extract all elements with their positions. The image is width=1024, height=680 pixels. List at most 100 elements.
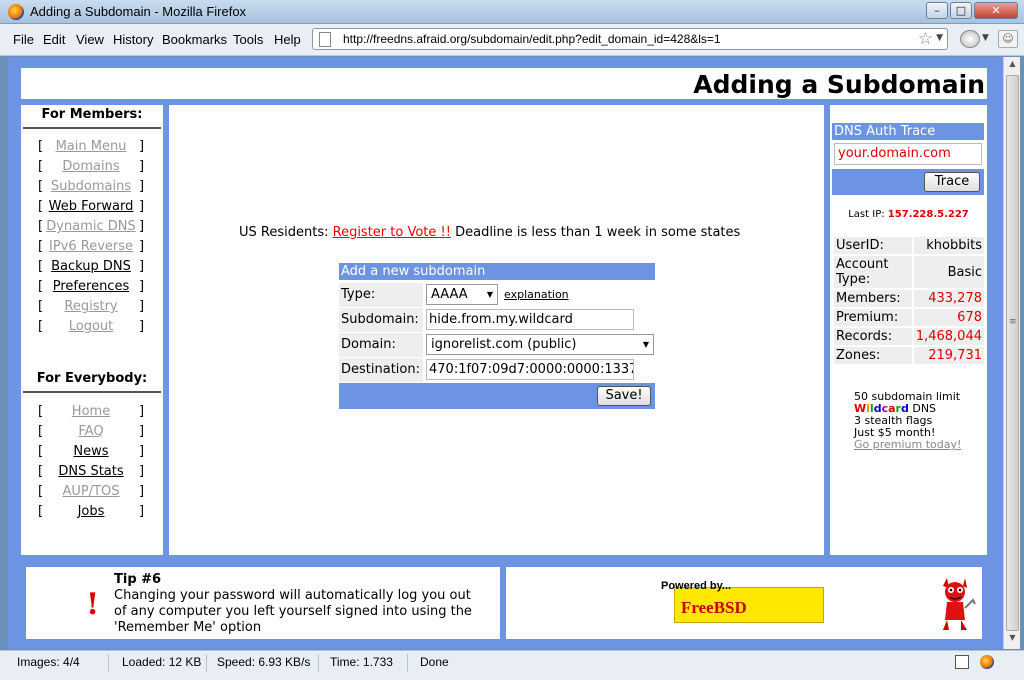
toolbar-extra-icon[interactable]: ☺	[998, 30, 1018, 48]
notice-suffix: Deadline is less than 1 week in some sta…	[455, 225, 741, 240]
sidebar-link-web-forward[interactable]: Web Forward	[45, 199, 137, 214]
freebsd-box: Powered by... FreeBSD	[506, 567, 982, 639]
stat-value: 219,731	[913, 347, 984, 364]
bookmark-star-icon[interactable]: ☆	[918, 29, 933, 49]
scroll-up-icon[interactable]: ▲	[1006, 59, 1019, 73]
sidebar-link-logout[interactable]: Logout	[45, 319, 137, 334]
status-loaded: Loaded: 12 KB	[122, 655, 202, 669]
menu-edit[interactable]: Edit	[43, 32, 65, 47]
subdomain-label: Subdomain:	[339, 308, 423, 332]
menu-help[interactable]: Help	[274, 32, 301, 47]
vertical-scrollbar[interactable]: ▲ ≡ ▼	[1003, 57, 1020, 649]
sidebar-item-logout: [Logout]	[38, 319, 145, 334]
chevron-down-icon: ▼	[642, 340, 649, 349]
stat-value: Basic	[913, 256, 984, 288]
browser-window: Adding a Subdomain - Mozilla Firefox – □…	[0, 0, 1024, 680]
sidebar-link-dns-stats[interactable]: DNS Stats	[45, 464, 137, 479]
url-dropdown-icon[interactable]: ▼	[936, 33, 943, 43]
domain-row: Domain: ignorelist.com (public) ▼	[339, 333, 655, 357]
status-divider	[318, 654, 319, 672]
sidebar-link-news[interactable]: News	[45, 444, 137, 459]
table-row: Records: 1,468,044	[834, 328, 984, 345]
url-text[interactable]: http://freedns.afraid.org/subdomain/edit…	[343, 32, 721, 46]
sidebar-link-preferences[interactable]: Preferences	[45, 279, 137, 294]
freebsd-text: FreeBSD	[681, 598, 747, 617]
bsd-daemon-icon	[943, 578, 976, 630]
subdomain-input[interactable]: hide.from.my.wildcard	[426, 309, 634, 330]
sidebar-link-registry[interactable]: Registry	[45, 299, 137, 314]
popup-icon[interactable]	[955, 655, 969, 669]
firefox-icon	[8, 4, 24, 20]
destination-input[interactable]: 470:1f07:09d7:0000:0000:1337:0030	[426, 359, 634, 380]
menu-history[interactable]: History	[113, 32, 153, 47]
trace-button[interactable]: Trace	[924, 172, 980, 192]
sidebar-link-home[interactable]: Home	[45, 404, 137, 419]
status-speed: Speed: 6.93 KB/s	[217, 655, 311, 669]
chevron-down-icon: ▼	[486, 290, 493, 299]
menu-tools[interactable]: Tools	[233, 32, 263, 47]
domain-select[interactable]: ignorelist.com (public) ▼	[426, 334, 654, 355]
sidebar-item-ipv6-reverse: [IPv6 Reverse]	[38, 239, 145, 254]
sidebar-link-jobs[interactable]: Jobs	[45, 504, 137, 519]
sidebar-link-backup-dns[interactable]: Backup DNS	[45, 259, 137, 274]
dns-auth-trace: DNS Auth Trace your.domain.com Trace	[832, 123, 984, 195]
sidebar-link-domains[interactable]: Domains	[45, 159, 137, 174]
sidebar-link-main-menu[interactable]: Main Menu	[45, 139, 137, 154]
save-button[interactable]: Save!	[597, 386, 651, 406]
sidebar-item-domains: [Domains]	[38, 159, 145, 174]
page-title: Adding a Subdomain	[693, 70, 985, 99]
title-bar: Adding a Subdomain - Mozilla Firefox – □…	[0, 0, 1024, 24]
register-to-vote-link[interactable]: Register to Vote !!	[333, 225, 451, 240]
menu-bookmarks[interactable]: Bookmarks	[162, 32, 227, 47]
sidebar-item-faq: [FAQ]	[38, 424, 145, 439]
maximize-button[interactable]: □	[950, 2, 972, 19]
sidebar-link-aup-tos[interactable]: AUP/TOS	[45, 484, 137, 499]
sidebar-link-subdomains[interactable]: Subdomains	[45, 179, 137, 194]
stat-label: Account Type:	[834, 256, 912, 288]
tip-box: ! Tip #6 Changing your password will aut…	[26, 567, 500, 639]
stat-label: Premium:	[834, 309, 912, 326]
sidebar-item-registry: [Registry]	[38, 299, 145, 314]
stat-label: UserID:	[834, 237, 912, 254]
sidebar-item-main-menu: [Main Menu]	[38, 139, 145, 154]
freebsd-badge[interactable]: Powered by... FreeBSD	[661, 578, 976, 630]
type-select-value: AAAA	[431, 287, 468, 302]
sidebar-item-web-forward: [Web Forward]	[38, 199, 145, 214]
go-icon[interactable]	[960, 30, 980, 48]
status-divider	[108, 654, 109, 672]
table-row: UserID: khobbits	[834, 237, 984, 254]
explanation-link[interactable]: explanation	[504, 288, 569, 301]
sidebar-item-dns-stats: [DNS Stats]	[38, 464, 145, 479]
go-premium-link[interactable]: Go premium today!	[854, 438, 961, 451]
stat-value: 678	[913, 309, 984, 326]
sidebar-item-preferences: [Preferences]	[38, 279, 145, 294]
sidebar-item-subdomains: [Subdomains]	[38, 179, 145, 194]
sidebar-link-ipv6-reverse[interactable]: IPv6 Reverse	[45, 239, 137, 254]
menu-view[interactable]: View	[76, 32, 104, 47]
trace-footer: Trace	[832, 169, 984, 195]
window-title: Adding a Subdomain - Mozilla Firefox	[30, 4, 247, 19]
right-sidebar: DNS Auth Trace your.domain.com Trace Las…	[830, 105, 987, 555]
close-button[interactable]: ✕	[974, 2, 1018, 19]
page-icon	[319, 32, 331, 47]
destination-label: Destination:	[339, 358, 423, 382]
url-bar[interactable]: http://freedns.afraid.org/subdomain/edit…	[312, 28, 948, 50]
sidebar-link-dynamic-dns[interactable]: Dynamic DNS	[45, 219, 137, 234]
members-heading: For Members:	[23, 107, 161, 129]
minimize-button[interactable]: –	[926, 2, 948, 19]
firefox-status-icon[interactable]	[980, 655, 994, 669]
status-state: Done	[420, 655, 449, 669]
tip-title: Tip #6	[114, 572, 162, 587]
trace-domain-input[interactable]: your.domain.com	[834, 143, 982, 165]
scroll-thumb[interactable]	[1006, 75, 1019, 631]
domain-select-value: ignorelist.com (public)	[431, 337, 577, 352]
go-dropdown-icon[interactable]: ▼	[982, 33, 989, 43]
notice-prefix: US Residents:	[239, 225, 329, 240]
sidebar-link-faq[interactable]: FAQ	[45, 424, 137, 439]
type-select[interactable]: AAAA ▼	[426, 284, 498, 305]
left-sidebar: For Members: [Main Menu] [Domains] [Subd…	[21, 105, 163, 555]
stat-label: Zones:	[834, 347, 912, 364]
scroll-down-icon[interactable]: ▼	[1006, 633, 1019, 647]
menu-file[interactable]: File	[13, 32, 34, 47]
page-footer: ! Tip #6 Changing your password will aut…	[21, 561, 987, 645]
